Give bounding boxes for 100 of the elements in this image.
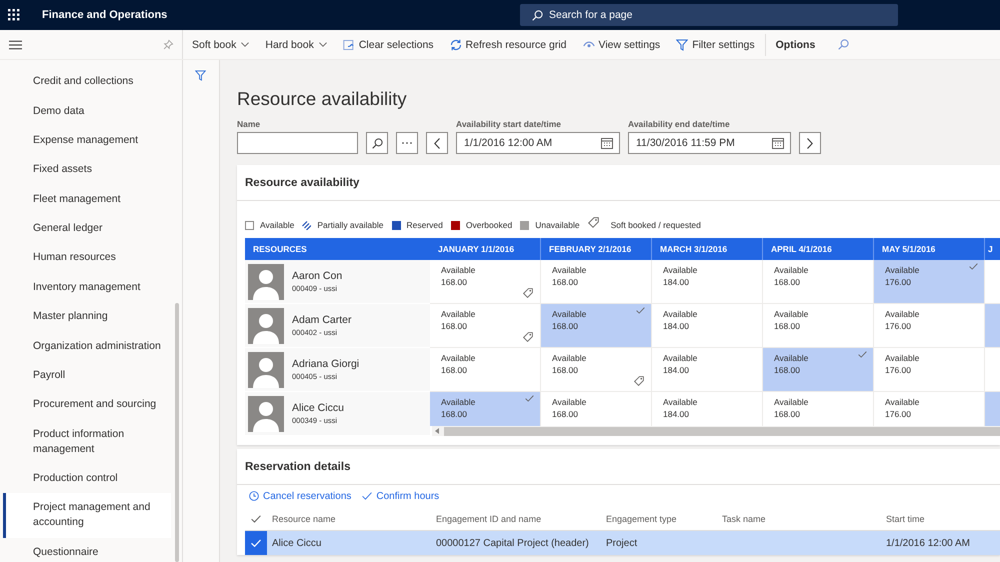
availability-cell[interactable]: Available 168.00 [430,392,541,426]
availability-cell[interactable]: Available 176.00 [874,304,985,348]
field-value: 1/1/2016 12:00 AM [464,137,552,149]
legend-label: Partially available [317,220,384,230]
eye-icon [582,38,594,50]
dropdown-menu-button[interactable]: Hard book [258,32,334,56]
availability-status: Available [885,309,920,320]
field-label: Name [237,119,262,129]
nav-item[interactable]: Credit and collections [3,67,171,96]
legend-label: Reserved [406,220,443,230]
availability-cell[interactable]: Available 184.00 [652,304,763,348]
availability-cell[interactable] [985,260,1000,304]
field-label: Availability end date/time [628,119,731,129]
more-button[interactable] [396,132,418,154]
resource-name: Adam Carter [292,314,352,326]
column-header[interactable]: Resource name [267,514,336,524]
search-button[interactable] [366,132,388,154]
availability-cell[interactable] [985,304,1000,348]
nav-item[interactable]: Fixed assets [3,155,171,184]
cancel-reservations-link[interactable]: Cancel reservations [249,490,352,502]
nav-item[interactable]: Payroll [3,360,171,390]
column-header: APRIL 4/1/2016 [763,238,874,260]
start-date-field[interactable]: 1/1/2016 12:00 AM [456,132,620,154]
nav-item[interactable]: Organization administration [3,331,171,361]
nav-item[interactable]: Human resources [3,243,171,273]
availability-cell[interactable]: Available 168.00 [763,260,874,304]
person-silhouette-icon [248,396,284,432]
nav-item[interactable]: Product information management [3,420,171,464]
previous-button[interactable] [426,132,448,154]
nav-item[interactable]: Fleet management [3,184,171,214]
availability-cell[interactable]: Available 176.00 [874,348,985,392]
clear-selections-button[interactable]: Clear selections [336,32,441,56]
table-cell-text: 00000127 Capital Project (header) [435,538,589,548]
available-hours: 168.00 [441,320,467,332]
check-icon [636,307,645,314]
table-cell-text: 1/1/2016 12:00 AM [885,538,970,548]
available-hours: 168.00 [552,364,578,376]
column-header[interactable]: Engagement ID and name [431,514,542,524]
check-icon[interactable] [251,514,261,522]
available-hours: 168.00 [441,364,467,376]
availability-cell[interactable]: Available 184.00 [652,260,763,304]
options-tab[interactable]: Options [768,32,822,56]
availability-status: Available [552,353,586,364]
column-header[interactable]: Engagement type [601,514,677,524]
filter-settings-button[interactable]: Filter settings [669,32,762,56]
availability-status: Available [552,265,586,276]
search-field[interactable]: Search for a page [520,4,898,26]
availability-cell[interactable]: Available 168.00 [541,304,652,348]
menu-icon[interactable] [9,40,22,50]
nav-item[interactable]: Expense management [3,126,171,156]
available-hours: 176.00 [885,364,911,376]
available-hours: 168.00 [774,364,800,376]
calendar-icon[interactable] [772,138,784,148]
end-date-field[interactable]: 11/30/2016 11:59 PM [628,132,791,154]
availability-cell[interactable]: Available 168.00 [430,304,541,348]
filter-icon[interactable] [195,70,206,81]
availability-cell[interactable]: Available 184.00 [652,348,763,392]
filter-icon [676,38,688,50]
dropdown-menu-button[interactable]: Soft book [185,32,256,56]
name-input-field[interactable] [237,132,358,154]
nav-item[interactable]: Demo data [3,96,171,126]
nav-item[interactable]: General ledger [3,214,171,244]
column-header: JANUARY 1/1/2016 [430,238,541,260]
tag-icon [588,216,599,228]
legend-label: Available [260,220,294,230]
availability-cell[interactable]: Available 168.00 [763,304,874,348]
available-hours: 184.00 [663,276,689,288]
availability-cell[interactable]: Available 176.00 [874,260,985,304]
waffle-menu-icon[interactable] [8,9,20,21]
scroll-left-arrow-icon[interactable] [435,428,439,434]
column-header[interactable]: Task name [717,514,766,524]
pin-icon[interactable] [163,39,174,50]
view-settings-button[interactable]: View settings [576,32,668,56]
availability-cell[interactable]: Available 168.00 [430,348,541,392]
available-hours: 168.00 [552,276,578,288]
panel-title: Resource availability [245,176,360,188]
availability-cell[interactable]: Available 168.00 [430,260,541,304]
nav-item[interactable]: Project management and accounting [3,493,171,538]
calendar-icon[interactable] [601,138,613,148]
nav-item[interactable]: Inventory management [3,272,171,302]
availability-cell[interactable]: Available 168.00 [541,348,652,392]
availability-cell[interactable] [985,348,1000,392]
available-hours: 184.00 [663,320,689,332]
refresh-button[interactable]: Refresh resource grid [442,32,574,56]
column-header[interactable]: Start time [881,514,925,524]
table-row[interactable]: Alice Ciccu 00000127 Capital Project (header) Project 1/1/2016 12:00 AM [245,531,1000,555]
nav-item[interactable]: Production control [3,464,171,494]
available-hours: 184.00 [663,364,689,376]
confirm-hours-link[interactable]: Confirm hours [362,490,440,502]
availability-cell[interactable] [985,392,1000,426]
next-button[interactable] [799,132,821,154]
availability-cell[interactable]: Available 168.00 [541,260,652,304]
nav-item[interactable]: Master planning [3,302,171,332]
scrollbar-thumb[interactable] [175,303,179,562]
search-icon[interactable] [838,39,850,50]
row-checkbox[interactable] [245,531,267,555]
search-input[interactable]: Search for a page [549,7,892,23]
availability-cell[interactable]: Available 168.00 [763,348,874,392]
nav-item[interactable]: Procurement and sourcing [3,390,171,420]
nav-item[interactable]: Questionnaire [3,538,171,562]
